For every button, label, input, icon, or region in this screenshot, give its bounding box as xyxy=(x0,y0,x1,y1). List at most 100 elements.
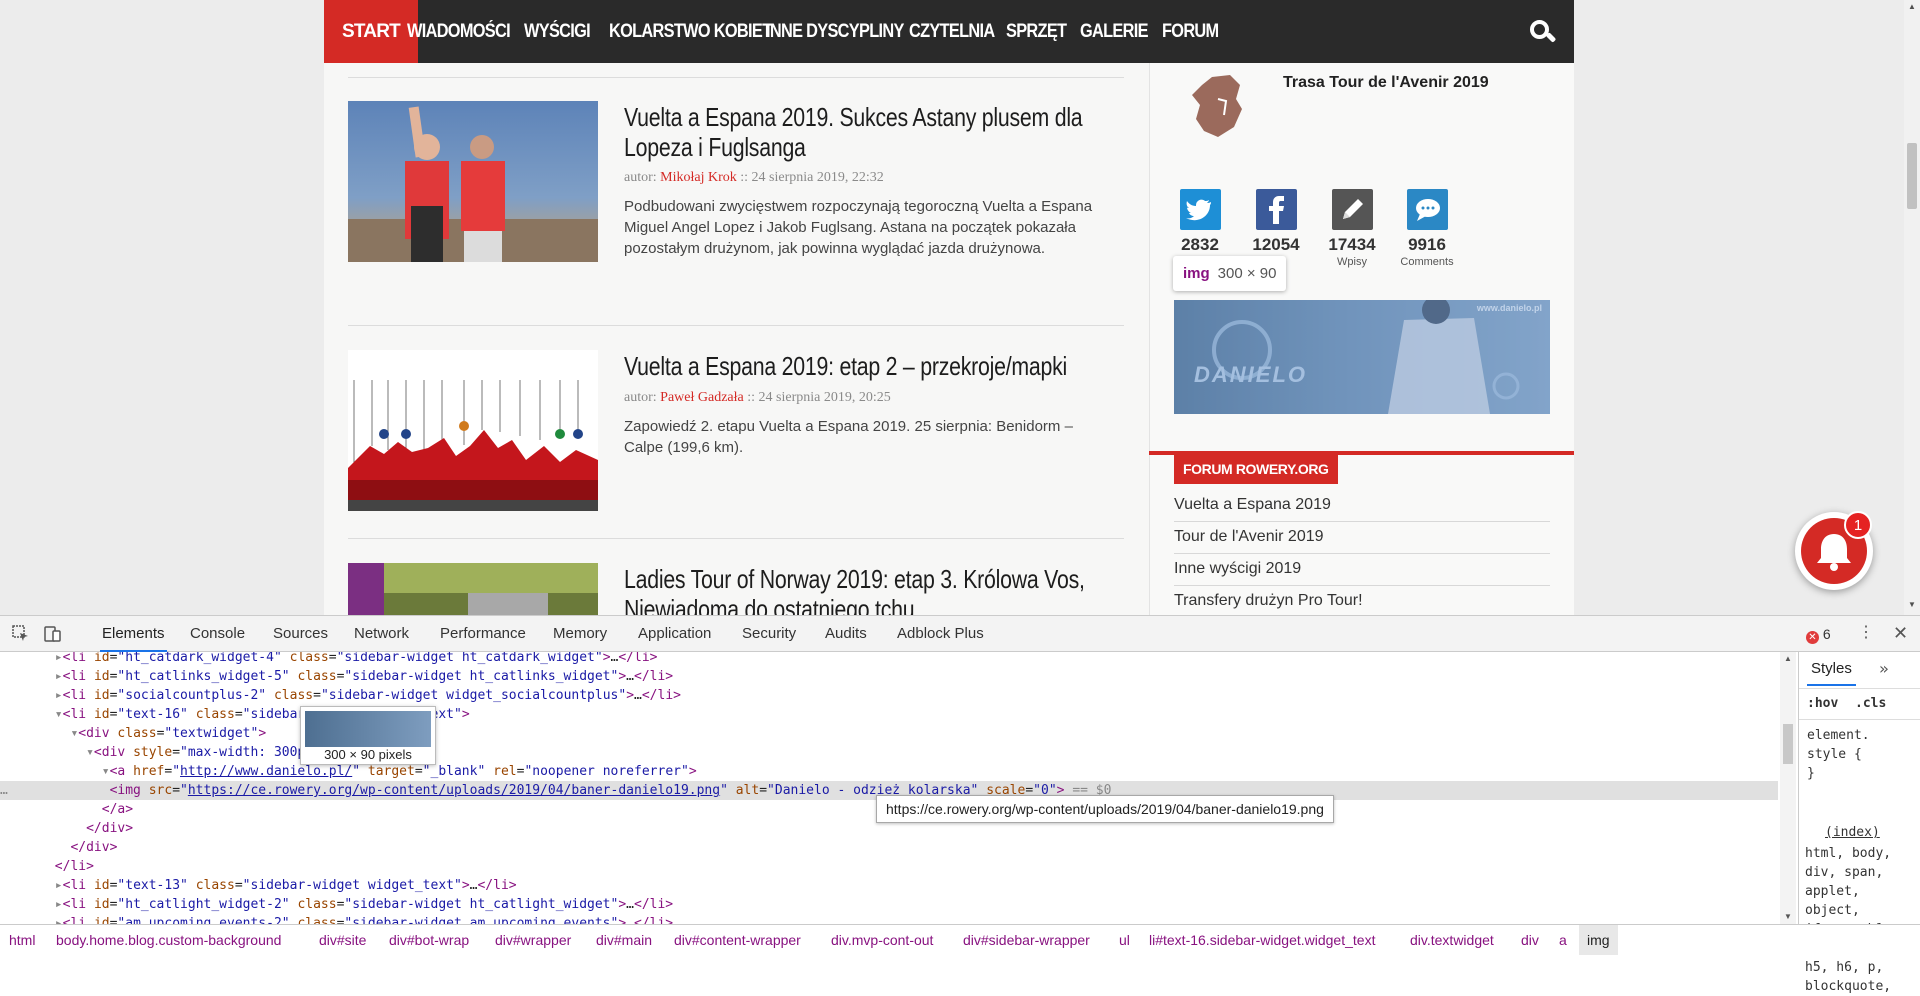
dom-line[interactable]: ▸<li id="text-13" class="sidebar-widget … xyxy=(0,876,1778,895)
nav-item-start[interactable]: START xyxy=(324,0,418,63)
dom-line[interactable]: ▸<li id="ht_catlinks_widget-5" class="si… xyxy=(0,667,1778,686)
tab-audits[interactable]: Audits xyxy=(825,616,867,652)
breadcrumb-item[interactable]: div#content-wrapper xyxy=(674,932,801,948)
twitter-icon xyxy=(1179,189,1221,230)
dom-line[interactable]: ▸<li id="ht_catlight_widget-2" class="si… xyxy=(0,895,1778,914)
device-toolbar-icon[interactable] xyxy=(44,625,62,643)
inspect-element-icon[interactable] xyxy=(12,625,30,643)
dom-line[interactable]: ▾<a href="http://www.danielo.pl/" target… xyxy=(0,762,1778,781)
tour-title[interactable]: Trasa Tour de l'Avenir 2019 xyxy=(1283,74,1489,92)
social-label: Wpisy xyxy=(1337,256,1367,268)
forum-link[interactable]: Transfery drużyn Pro Tour! xyxy=(1174,586,1550,615)
dom-line[interactable]: </li> xyxy=(0,857,1778,876)
dom-breadcrumb: html body.home.blog.custom-background di… xyxy=(0,924,1920,955)
breadcrumb-item-current[interactable]: img xyxy=(1579,925,1618,955)
selector-line: applet, xyxy=(1805,884,1860,899)
article-divider xyxy=(348,77,1124,78)
scroll-down-arrow[interactable]: ▼ xyxy=(1908,600,1916,609)
breadcrumb-item[interactable]: div.textwidget xyxy=(1410,932,1494,948)
devtools-menu-icon[interactable]: ⋮ xyxy=(1858,623,1874,643)
article-title[interactable]: Vuelta a Espana 2019. Sukces Astany plus… xyxy=(624,102,1124,162)
close-devtools-icon[interactable]: ✕ xyxy=(1893,623,1908,643)
social-facebook[interactable]: 12054 xyxy=(1236,189,1316,256)
elements-scrollbar-thumb[interactable] xyxy=(1783,724,1793,764)
article-meta: autor: Mikołaj Krok :: 24 sierpnia 2019,… xyxy=(624,170,884,186)
tab-console[interactable]: Console xyxy=(190,616,245,652)
elements-scrollbar[interactable]: ▲ ▼ xyxy=(1780,652,1796,924)
social-count: 9916 xyxy=(1408,235,1446,254)
scroll-up-arrow[interactable]: ▲ xyxy=(1908,2,1916,11)
social-twitter[interactable]: 2832 xyxy=(1160,189,1240,256)
dom-line[interactable]: ▸<li id="socialcountplus-2" class="sideb… xyxy=(0,686,1778,705)
breadcrumb-item[interactable]: div xyxy=(1521,932,1539,948)
more-tabs-icon[interactable]: » xyxy=(1879,659,1889,678)
social-posts[interactable]: 17434 Wpisy xyxy=(1312,189,1392,268)
style-source-link[interactable]: (index) xyxy=(1825,825,1880,840)
tour-map-thumbnail[interactable] xyxy=(1174,71,1270,145)
dom-line[interactable]: ▾<div style="max-width: 300px"> xyxy=(0,743,1778,762)
breadcrumb-item[interactable]: ul xyxy=(1119,932,1130,948)
nav-item-galerie[interactable]: GALERIE xyxy=(1080,0,1149,63)
tab-performance[interactable]: Performance xyxy=(440,616,526,652)
breadcrumb-item[interactable]: div#sidebar-wrapper xyxy=(963,932,1090,948)
breadcrumb-item[interactable]: li#text-16.sidebar-widget.widget_text xyxy=(1149,932,1375,948)
forum-link[interactable]: Tour de l'Avenir 2019 xyxy=(1174,522,1550,554)
element-style-rule[interactable]: element. style { } xyxy=(1807,726,1870,783)
nav-item-kolarstwo-kobiet[interactable]: KOLARSTWO KOBIET xyxy=(609,0,772,63)
tab-application[interactable]: Application xyxy=(638,616,711,652)
tab-elements[interactable]: Elements xyxy=(100,616,167,652)
main-navigation: START WIADOMOŚCI WYŚCIGI KOLARSTWO KOBIE… xyxy=(324,0,1574,63)
selector-line: div, span, xyxy=(1805,865,1884,880)
pencil-icon xyxy=(1331,189,1373,230)
notification-bell-button[interactable]: 1 xyxy=(1795,511,1873,590)
cls-toggle[interactable]: .cls xyxy=(1855,696,1886,711)
breadcrumb-item[interactable]: a xyxy=(1559,932,1567,948)
dom-line[interactable]: ▸<li id="ht_catdark_widget-4" class="sid… xyxy=(0,652,1778,667)
breadcrumb-item[interactable]: div#main xyxy=(596,932,652,948)
elements-scroll-down[interactable]: ▼ xyxy=(1784,912,1792,921)
dom-line[interactable]: </div> xyxy=(0,838,1778,857)
danielo-banner[interactable]: www.danielo.pl DANIELO xyxy=(1174,300,1550,414)
nav-item-forum[interactable]: FORUM xyxy=(1162,0,1219,63)
article-thumbnail[interactable] xyxy=(348,563,598,615)
article-title[interactable]: Vuelta a Espana 2019: etap 2 – przekroje… xyxy=(624,351,1124,381)
article-title[interactable]: Ladies Tour of Norway 2019: etap 3. Król… xyxy=(624,564,1124,615)
tab-adblock-plus[interactable]: Adblock Plus xyxy=(897,616,984,652)
nav-item-inne-dyscypliny[interactable]: INNE DYSCYPLINY xyxy=(766,0,904,63)
breadcrumb-item[interactable]: div.mvp-cont-out xyxy=(831,932,933,948)
forum-link[interactable]: Vuelta a Espana 2019 xyxy=(1174,490,1550,522)
tab-memory[interactable]: Memory xyxy=(553,616,607,652)
forum-title: FORUM ROWERY.ORG xyxy=(1174,455,1338,484)
article-author[interactable]: Mikołaj Krok xyxy=(660,170,737,185)
article-author[interactable]: Paweł Gadzała xyxy=(660,390,744,405)
hov-toggle[interactable]: :hov xyxy=(1807,696,1838,711)
breadcrumb-item[interactable]: div#bot-wrap xyxy=(389,932,469,948)
social-comments[interactable]: 9916 Comments xyxy=(1387,189,1467,268)
tab-styles[interactable]: Styles xyxy=(1807,652,1856,686)
scrollbar-thumb[interactable] xyxy=(1907,143,1917,209)
nav-item-sprzet[interactable]: SPRZĘT xyxy=(1006,0,1067,63)
tab-security[interactable]: Security xyxy=(742,616,796,652)
dom-line[interactable]: ▾<div class="textwidget"> xyxy=(0,724,1778,743)
breadcrumb-item[interactable]: div#site xyxy=(319,932,366,948)
nav-item-wiadomosci[interactable]: WIADOMOŚCI xyxy=(407,0,511,63)
breadcrumb-item[interactable]: div#wrapper xyxy=(495,932,571,948)
tab-network[interactable]: Network xyxy=(354,616,409,652)
breadcrumb-item[interactable]: html xyxy=(9,932,35,948)
article-excerpt: Zapowiedź 2. etapu Vuelta a Espana 2019.… xyxy=(624,418,1073,456)
page-scrollbar[interactable]: ▲ ▼ xyxy=(1904,0,1920,615)
search-icon[interactable] xyxy=(1528,18,1557,46)
article-thumbnail[interactable] xyxy=(348,350,598,511)
dom-line[interactable]: ▸<li id="am_upcoming_events-2" class="si… xyxy=(0,914,1778,924)
tab-sources[interactable]: Sources xyxy=(273,616,328,652)
nav-item-wyscigi[interactable]: WYŚCIGI xyxy=(524,0,591,63)
nav-item-czytelnia[interactable]: CZYTELNIA xyxy=(909,0,995,63)
forum-link[interactable]: Inne wyścigi 2019 xyxy=(1174,554,1550,586)
social-count: 17434 xyxy=(1328,235,1376,254)
elements-scroll-up[interactable]: ▲ xyxy=(1784,654,1792,663)
article-thumbnail[interactable] xyxy=(348,101,598,262)
breadcrumb-item[interactable]: body.home.blog.custom-background xyxy=(56,932,281,948)
error-counter[interactable]: ✕ 6 xyxy=(1806,626,1831,644)
dom-line[interactable]: ▾<li id="text-16" class="sidebar-widget … xyxy=(0,705,1778,724)
article-meta: autor: Paweł Gadzała :: 24 sierpnia 2019… xyxy=(624,390,891,406)
